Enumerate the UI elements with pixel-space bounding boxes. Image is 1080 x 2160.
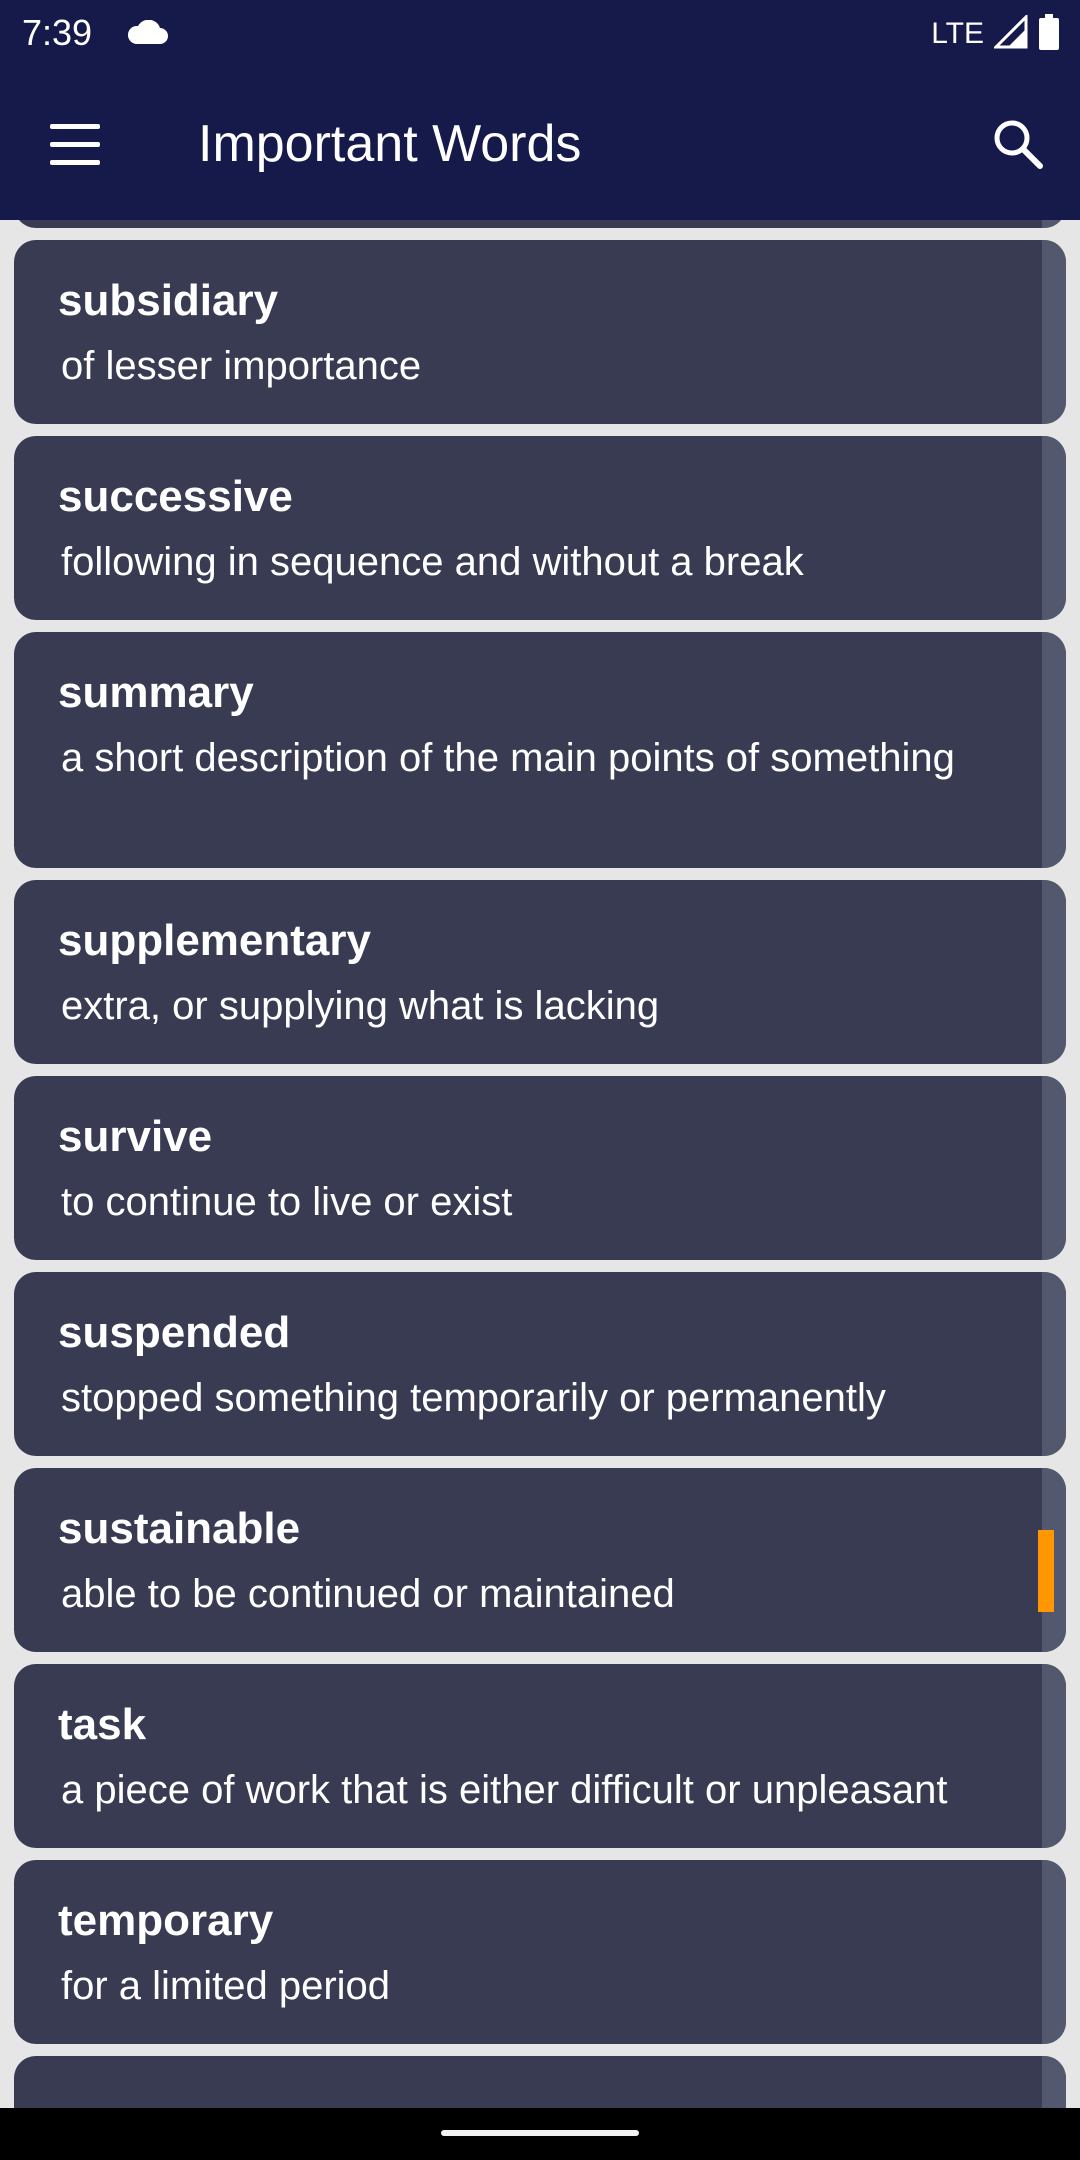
battery-icon [1038, 13, 1060, 55]
app-bar: Important Words [0, 70, 1080, 220]
word-term: suspended [58, 1308, 291, 1357]
word-definition: for a limited period [61, 1964, 391, 2008]
list-item[interactable]: task a piece of work that is either diff… [14, 1664, 1066, 1848]
word-definition: able to be continued or maintained [61, 1572, 675, 1616]
word-definition: a short description of the main points o… [61, 736, 955, 780]
word-definition: to continue to live or exist [61, 1180, 513, 1224]
word-definition: a piece of work that is either difficult… [61, 1768, 948, 1812]
list-item[interactable]: sustainable able to be continued or main… [14, 1468, 1066, 1652]
list-item[interactable]: temporary for a limited period [14, 1860, 1066, 2044]
home-indicator[interactable] [441, 2130, 639, 2136]
list-item[interactable]: suspended stopped something temporarily … [14, 1272, 1066, 1456]
status-bar: 7:39 LTE [0, 0, 1080, 70]
list-item[interactable]: successive following in sequence and wit… [14, 436, 1066, 620]
list-item[interactable]: subsidiary of lesser importance [14, 240, 1066, 424]
word-list[interactable]: subsidiary of lesser importance successi… [0, 220, 1080, 2108]
word-term: summary [58, 668, 254, 717]
word-term: temporary [58, 1896, 274, 1945]
list-item[interactable]: supplementary extra, or supplying what i… [14, 880, 1066, 1064]
word-term: supplementary [58, 916, 371, 965]
word-definition: extra, or supplying what is lacking [61, 984, 660, 1028]
word-definition: stopped something temporarily or permane… [61, 1376, 886, 1420]
network-type: LTE [931, 17, 984, 50]
page-title: Important Words [198, 115, 582, 173]
status-icons: LTE [931, 12, 1060, 55]
word-term: subsidiary [58, 276, 279, 325]
menu-button[interactable] [42, 118, 108, 172]
list-item-partial-top[interactable] [14, 220, 1066, 228]
word-term: survive [58, 1112, 213, 1161]
cloud-icon [126, 19, 168, 51]
word-definition: following in sequence and without a brea… [61, 540, 804, 584]
status-time: 7:39 [22, 12, 93, 53]
word-term: successive [58, 472, 293, 521]
scrollbar-thumb[interactable] [1038, 1530, 1054, 1612]
list-item[interactable]: survive to continue to live or exist [14, 1076, 1066, 1260]
search-icon [994, 120, 1043, 169]
word-definition: of lesser importance [61, 344, 422, 388]
list-item[interactable]: summary a short description of the main … [14, 632, 1066, 868]
navigation-bar [0, 2108, 1080, 2160]
search-button[interactable] [988, 114, 1048, 174]
word-term: task [58, 1700, 147, 1749]
list-item-partial-bottom[interactable] [14, 2056, 1066, 2108]
menu-icon [50, 124, 100, 129]
word-term: sustainable [58, 1504, 301, 1553]
signal-icon [992, 12, 1028, 54]
